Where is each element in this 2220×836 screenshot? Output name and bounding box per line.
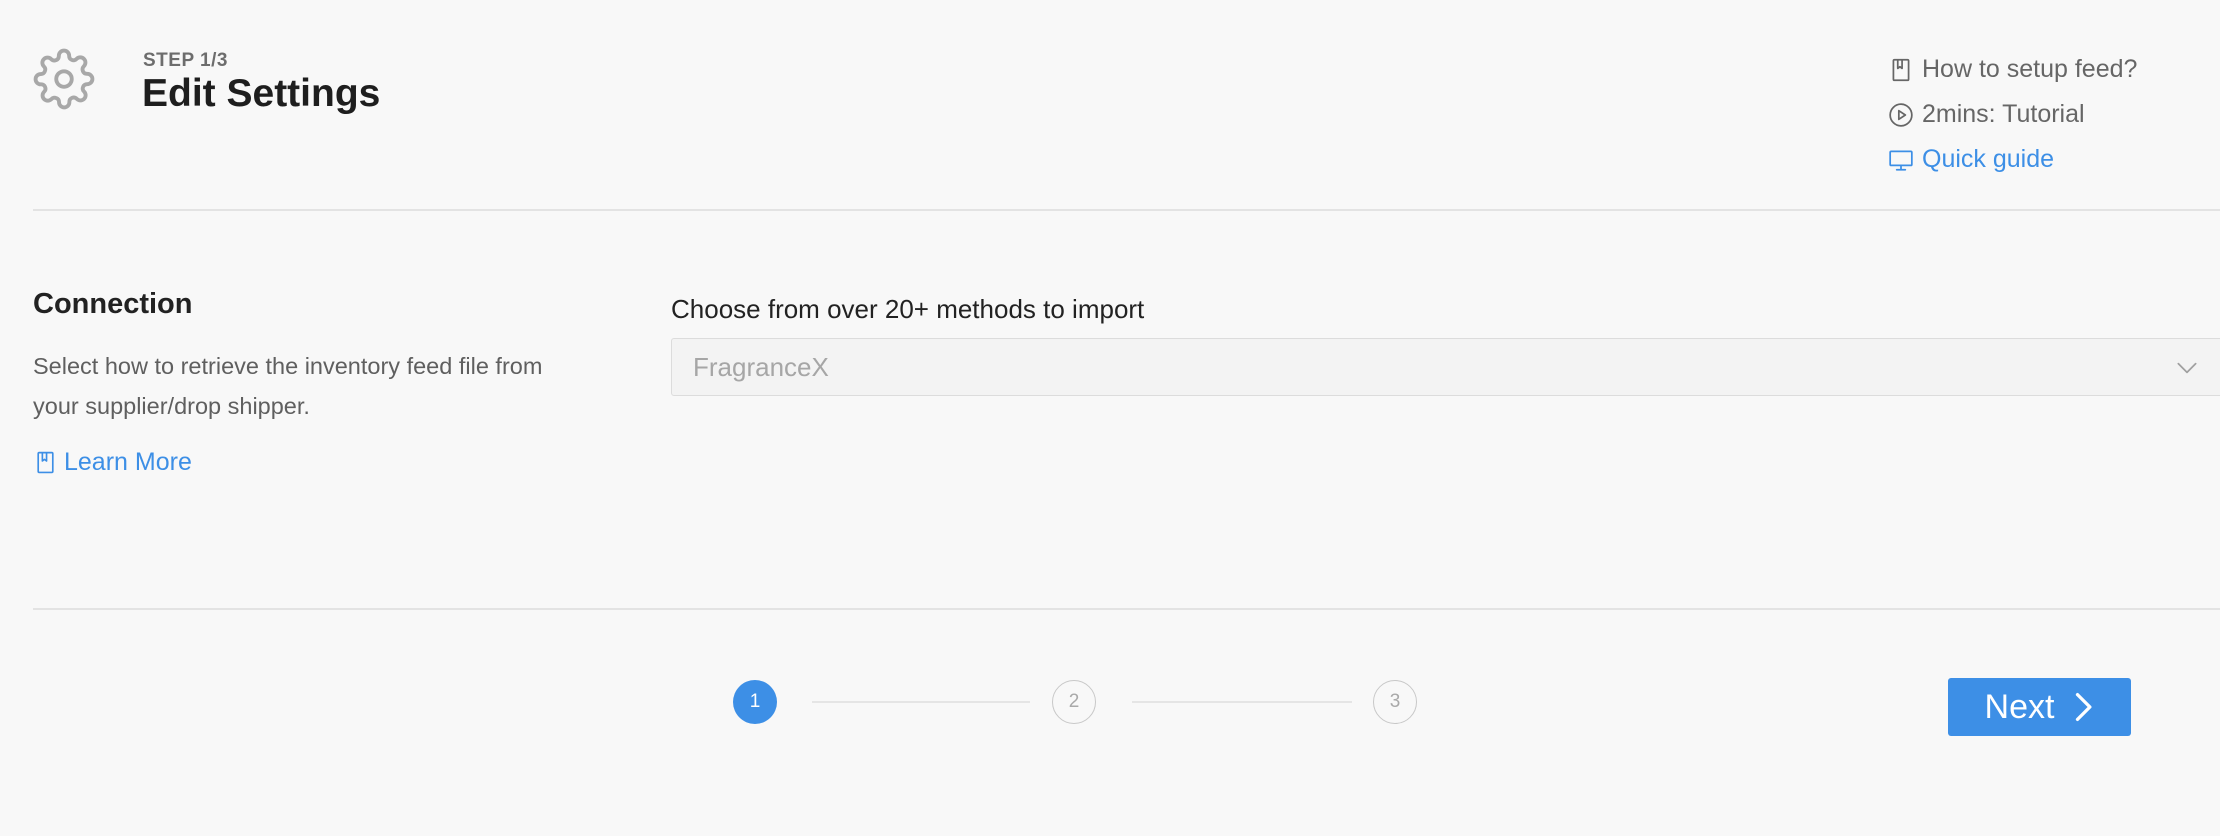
learn-more-link[interactable]: Learn More — [33, 448, 192, 477]
monitor-icon — [1889, 149, 1913, 171]
tutorial-video-link[interactable]: 2mins: Tutorial — [1888, 92, 2137, 137]
step-1-indicator: 1 — [733, 680, 777, 724]
connection-description: Select how to retrieve the inventory fee… — [33, 353, 543, 419]
learn-more-label: Learn More — [64, 448, 192, 476]
book-icon — [37, 451, 54, 474]
step-connector — [812, 701, 1030, 703]
gear-icon — [33, 48, 95, 110]
chevron-right-icon — [2076, 692, 2092, 722]
play-circle-icon — [1889, 102, 1913, 127]
quick-guide-link[interactable]: Quick guide — [1888, 137, 2137, 182]
next-button-label: Next — [1984, 687, 2055, 726]
step-2-indicator: 2 — [1052, 680, 1096, 724]
page-title: Edit Settings — [142, 72, 381, 115]
book-icon — [1892, 58, 1910, 81]
import-method-label: Choose from over 20+ methods to import — [671, 294, 1145, 324]
how-to-setup-feed-link[interactable]: How to setup feed? — [1888, 47, 2137, 92]
tutorial-video-label: 2mins: Tutorial — [1922, 100, 2085, 128]
connection-section-title: Connection — [33, 288, 193, 320]
header-divider — [33, 209, 2220, 211]
footer-divider — [33, 608, 2220, 610]
quick-guide-label: Quick guide — [1922, 145, 2055, 173]
step-connector — [1132, 701, 1352, 703]
chevron-down-icon[interactable] — [2174, 355, 2200, 381]
help-links: How to setup feed? 2mins: Tutorial Quick… — [1888, 47, 2137, 182]
how-to-setup-feed-label: How to setup feed? — [1922, 55, 2138, 83]
next-button[interactable]: Next — [1948, 678, 2131, 736]
import-method-select[interactable]: FragranceX — [671, 338, 2220, 396]
step-3-indicator: 3 — [1373, 680, 1417, 724]
edit-settings-page: STEP 1/3 Edit Settings How to setup feed… — [0, 0, 2220, 836]
step-indicator-label: STEP 1/3 — [143, 50, 228, 71]
import-method-selected-value: FragranceX — [693, 351, 829, 382]
